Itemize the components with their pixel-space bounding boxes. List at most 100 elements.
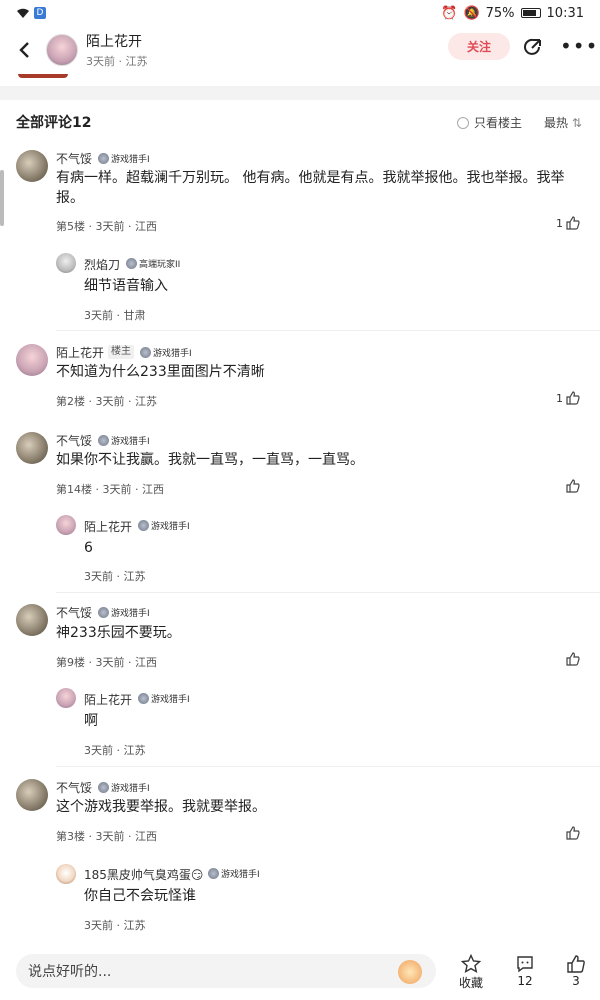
status-right: ⏰ 🔕 75% 10:31 bbox=[441, 6, 584, 21]
wifi-icon bbox=[17, 8, 29, 18]
sort-label: 最热 bbox=[544, 116, 569, 130]
comment-meta: 第3楼 · 3天前 · 江西 bbox=[56, 830, 157, 843]
comment-author[interactable]: 不气馁 bbox=[56, 150, 92, 167]
sort-selector[interactable]: 最热 ⇅ bbox=[544, 114, 582, 131]
reply-author[interactable]: 陌上花开 bbox=[84, 518, 132, 535]
favorite-label: 收藏 bbox=[459, 976, 484, 990]
level-badge: 游戏猎手I bbox=[138, 519, 190, 532]
avatar[interactable] bbox=[16, 344, 48, 376]
reply-author[interactable]: 陌上花开 bbox=[84, 691, 132, 708]
comment-meta: 第2楼 · 3天前 · 江苏 bbox=[56, 395, 157, 408]
scroll-indicator[interactable] bbox=[0, 170, 4, 226]
level-icon bbox=[140, 347, 151, 358]
clock: 10:31 bbox=[546, 5, 584, 21]
thumbs-up-icon bbox=[566, 216, 580, 230]
author-meta: 3天前 · 江苏 bbox=[86, 55, 148, 68]
reply-meta: 3天前 · 江苏 bbox=[84, 919, 146, 932]
author-info: 陌上花开 3天前 · 江苏 bbox=[86, 31, 148, 69]
avatar[interactable] bbox=[16, 779, 48, 811]
more-options-icon[interactable]: ••• bbox=[560, 36, 598, 56]
comments-title: 全部评论12 bbox=[16, 115, 92, 131]
level-badge: 游戏猎手I bbox=[98, 606, 150, 619]
status-left: D bbox=[16, 7, 46, 19]
like-button[interactable]: 1 bbox=[556, 216, 580, 230]
share-icon[interactable] bbox=[522, 36, 544, 58]
like-button[interactable] bbox=[566, 826, 580, 840]
avatar[interactable] bbox=[16, 604, 48, 636]
comment-author[interactable]: 陌上花开 bbox=[56, 344, 104, 361]
reply-author[interactable]: 烈焰刀 bbox=[84, 256, 120, 273]
avatar[interactable] bbox=[56, 688, 76, 708]
avatar[interactable] bbox=[16, 150, 48, 182]
battery-percent: 75% bbox=[485, 5, 515, 21]
star-icon bbox=[461, 954, 481, 973]
comment-meta: 第9楼 · 3天前 · 江西 bbox=[56, 656, 157, 669]
comment-author[interactable]: 不气馁 bbox=[56, 432, 92, 449]
level-badge: 游戏猎手I bbox=[208, 867, 260, 880]
reply-meta: 3天前 · 江苏 bbox=[84, 570, 146, 583]
comment-meta: 第5楼 · 3天前 · 江西 bbox=[56, 220, 157, 233]
reply-meta: 3天前 · 甘肃 bbox=[84, 309, 146, 322]
comment-author[interactable]: 不气馁 bbox=[56, 604, 92, 621]
reply-author[interactable]: 185黑皮帅气臭鸡蛋😏 bbox=[84, 866, 203, 883]
comment-text: 神233乐园不要玩。 bbox=[56, 625, 181, 641]
author-name[interactable]: 陌上花开 bbox=[86, 31, 148, 51]
thumbs-up-icon bbox=[566, 826, 580, 840]
level-badge: 游戏猎手I bbox=[140, 346, 192, 359]
only-op-toggle[interactable]: 只看楼主 bbox=[457, 114, 522, 131]
notification-badge-icon: D bbox=[34, 7, 46, 19]
battery-icon bbox=[520, 8, 541, 18]
level-icon bbox=[138, 693, 149, 704]
chevron-left-icon bbox=[19, 42, 29, 58]
comment-text: 这个游戏我要举报。我就要举报。 bbox=[56, 799, 266, 815]
level-icon bbox=[138, 520, 149, 531]
follow-button[interactable]: 关注 bbox=[448, 33, 510, 60]
radio-icon[interactable] bbox=[457, 116, 469, 129]
only-op-label: 只看楼主 bbox=[474, 116, 523, 130]
reply-meta: 3天前 · 江苏 bbox=[84, 744, 146, 757]
comment-input[interactable]: 说点好听的... bbox=[16, 954, 436, 988]
section-divider bbox=[0, 86, 600, 100]
avatar[interactable] bbox=[16, 432, 48, 464]
avatar[interactable] bbox=[56, 864, 76, 884]
divider bbox=[56, 330, 600, 331]
thumbs-up-icon bbox=[566, 479, 580, 493]
author-avatar[interactable] bbox=[46, 34, 78, 66]
favorite-button[interactable]: 收藏 bbox=[459, 954, 483, 991]
avatar[interactable] bbox=[56, 253, 76, 273]
comment-meta: 第14楼 · 3天前 · 江西 bbox=[56, 483, 164, 496]
like-post-button[interactable]: 3 bbox=[566, 954, 586, 988]
like-button[interactable]: 1 bbox=[556, 391, 580, 405]
divider bbox=[56, 766, 600, 767]
comments-count: 12 bbox=[517, 974, 533, 988]
sort-icon: ⇅ bbox=[571, 116, 582, 130]
level-badge: 游戏猎手I bbox=[98, 434, 150, 447]
comment-icon bbox=[517, 956, 533, 973]
status-bar: D ⏰ 🔕 75% 10:31 bbox=[0, 0, 600, 26]
comments-button[interactable]: 12 bbox=[515, 954, 535, 988]
comment-text: 如果你不让我赢。我就一直骂，一直骂，一直骂。 bbox=[56, 452, 364, 468]
comment-author[interactable]: 不气馁 bbox=[56, 779, 92, 796]
emoji-icon[interactable] bbox=[398, 960, 422, 984]
alarm-icon: ⏰ bbox=[441, 5, 458, 21]
thumbs-up-icon bbox=[566, 391, 580, 405]
level-icon bbox=[98, 782, 109, 793]
like-count: 1 bbox=[556, 216, 563, 230]
like-button[interactable] bbox=[566, 479, 580, 493]
post-image-edge bbox=[18, 74, 68, 78]
thumbs-up-icon bbox=[566, 652, 580, 666]
level-icon bbox=[98, 435, 109, 446]
divider bbox=[56, 592, 600, 593]
avatar[interactable] bbox=[56, 515, 76, 535]
mute-icon: 🔕 bbox=[463, 5, 480, 21]
reply-text: 细节语音输入 bbox=[84, 278, 168, 294]
level-icon bbox=[208, 868, 219, 879]
thumbs-up-icon bbox=[567, 955, 585, 973]
likes-count: 3 bbox=[572, 974, 580, 988]
comment-text: 不知道为什么233里面图片不清晰 bbox=[56, 364, 265, 380]
like-button[interactable] bbox=[566, 652, 580, 666]
level-icon bbox=[98, 607, 109, 618]
level-icon bbox=[126, 258, 137, 269]
reply-text: 6 bbox=[84, 540, 93, 556]
back-button[interactable] bbox=[12, 38, 36, 62]
